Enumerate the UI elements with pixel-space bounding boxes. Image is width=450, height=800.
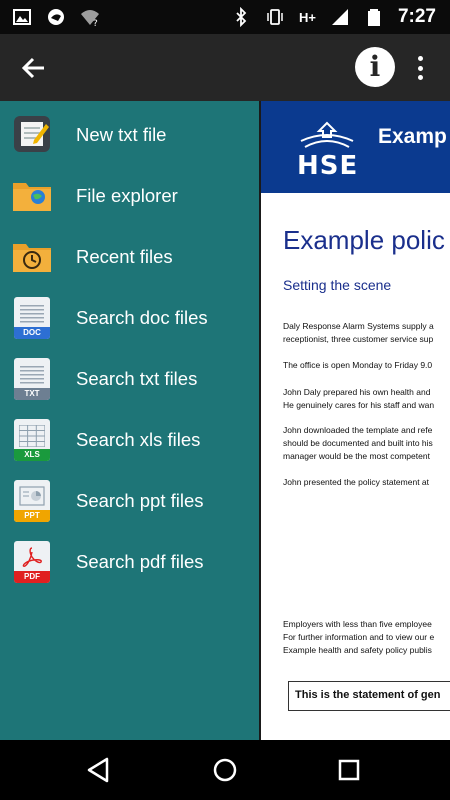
document-text-line: Daly Response Alarm Systems supply a	[283, 321, 434, 331]
drawer-item-label: File explorer	[76, 184, 178, 206]
document-preview[interactable]: HSE Examp Example polic Setting the scen…	[259, 101, 450, 740]
drawer-item-new-txt-file[interactable]: New txt file	[0, 104, 259, 165]
ppt-file-icon: PPT	[12, 480, 52, 524]
home-circle-icon[interactable]	[209, 754, 241, 786]
drawer-item-label: Search ppt files	[76, 489, 204, 511]
drawer-item-search-xls-files[interactable]: XLS Search xls files	[0, 409, 259, 470]
folder-globe-icon	[13, 183, 51, 211]
pdf-file-icon: PDF	[12, 541, 52, 585]
notepad-icon	[14, 116, 50, 152]
drawer-item-recent-files[interactable]: Recent files	[0, 226, 259, 287]
document-text-line: For further information and to view our …	[283, 632, 435, 642]
drawer-item-search-doc-files[interactable]: DOC Search doc files	[0, 287, 259, 348]
more-vert-icon[interactable]	[410, 51, 430, 85]
network-type-label: H+	[298, 9, 316, 25]
document-banner: HSE Examp	[261, 101, 450, 193]
system-navigation-bar	[0, 740, 450, 800]
hse-logo-icon	[300, 121, 354, 148]
txt-file-icon: TXT	[12, 358, 52, 402]
drawer-item-label: Recent files	[76, 245, 173, 267]
banner-title: Examp	[378, 125, 447, 148]
xls-file-icon: XLS	[12, 419, 52, 463]
arrow-back-icon[interactable]	[18, 52, 52, 84]
drawer-item-label: Search pdf files	[76, 550, 204, 572]
hse-logo-text: HSE	[297, 151, 359, 181]
document-text-line: receptionist, three customer service sup	[283, 334, 434, 344]
bluetooth-icon	[236, 7, 247, 27]
recents-square-icon[interactable]	[333, 754, 365, 786]
document-text-line: should be documented and built into his	[283, 438, 433, 448]
doc-file-icon: DOC	[12, 297, 52, 341]
navigation-drawer: New txt file File explorer Recent files …	[0, 101, 259, 740]
document-text-line: manager would be the most competent	[283, 451, 430, 461]
drawer-item-label: Search xls files	[76, 428, 201, 450]
battery-icon	[367, 9, 380, 26]
status-bar: ? H+ 7:27	[0, 0, 450, 34]
signal-icon	[331, 9, 348, 25]
document-text-line: John Daly prepared his own health and	[283, 387, 431, 397]
clock: 7:27	[397, 6, 436, 27]
statement-box: This is the statement of gen	[288, 681, 450, 711]
drawer-item-label: New txt file	[76, 123, 167, 145]
app-bar: i	[0, 34, 450, 101]
drawer-item-label: Search txt files	[76, 367, 198, 389]
document-text-line: The office is open Monday to Friday 9.0	[283, 360, 433, 370]
drawer-item-file-explorer[interactable]: File explorer	[0, 165, 259, 226]
image-icon	[13, 9, 31, 25]
document-subtitle: Setting the scene	[283, 277, 392, 293]
info-button[interactable]: i	[355, 47, 395, 87]
document-title: Example polic	[283, 225, 445, 255]
circle-logo-icon	[48, 9, 64, 25]
svg-text:?: ?	[93, 19, 98, 27]
back-triangle-icon[interactable]	[83, 754, 115, 786]
drawer-item-search-pdf-files[interactable]: PDF Search pdf files	[0, 531, 259, 592]
vibrate-icon	[267, 9, 283, 25]
drawer-item-search-ppt-files[interactable]: PPT Search ppt files	[0, 470, 259, 531]
document-text-line: John downloaded the template and refe	[283, 425, 433, 435]
info-icon: i	[369, 50, 381, 83]
wifi-question-icon: ?	[81, 10, 99, 27]
drawer-item-search-txt-files[interactable]: TXT Search txt files	[0, 348, 259, 409]
folder-history-icon	[13, 244, 51, 272]
document-text-line: Example health and safety policy publis	[283, 645, 432, 655]
document-text-line: Employers with less than five employee	[283, 619, 432, 629]
document-text-line: He genuinely cares for his staff and wan	[283, 400, 435, 410]
drawer-item-label: Search doc files	[76, 306, 208, 328]
document-text-line: John presented the policy statement at	[283, 477, 430, 487]
